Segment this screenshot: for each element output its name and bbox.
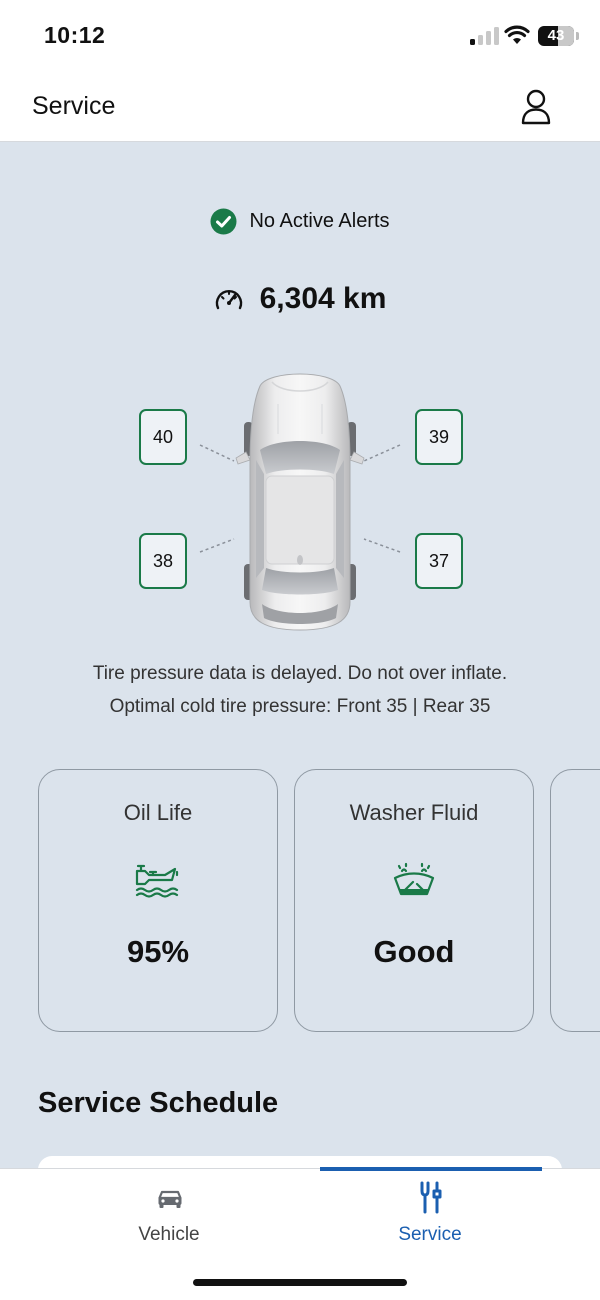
- washer-fluid-icon: [393, 862, 435, 896]
- wifi-icon: [504, 25, 530, 44]
- person-icon[interactable]: [518, 88, 554, 126]
- home-indicator[interactable]: [193, 1279, 407, 1286]
- battery-level: 43: [547, 27, 565, 44]
- odometer-value: 6,304 km: [259, 282, 387, 315]
- tire-front-left-pressure: 40: [139, 409, 187, 465]
- tire-front-right-pressure: 39: [415, 409, 463, 465]
- tire-pressure-note: Tire pressure data is delayed. Do not ov…: [0, 657, 600, 723]
- oil-can-icon: [135, 864, 179, 898]
- status-bar: 10:12 43: [0, 0, 600, 72]
- card-title: Washer Fluid: [349, 800, 479, 825]
- page-title: Service: [32, 92, 116, 120]
- nav-tab-service[interactable]: Service: [320, 1169, 540, 1259]
- washer-fluid-card[interactable]: Washer Fluid Good: [294, 769, 534, 1032]
- tire-rear-left-pressure: 38: [139, 533, 187, 589]
- tire-note-line2: Optimal cold tire pressure: Front 35 | R…: [109, 696, 491, 717]
- speedometer-icon: [215, 290, 242, 310]
- bottom-navigation: Vehicle Service: [0, 1167, 600, 1300]
- vehicle-top-view-image: [235, 373, 365, 631]
- check-circle-icon: [210, 208, 237, 235]
- next-status-card[interactable]: [550, 769, 600, 1032]
- card-value: 95%: [126, 934, 190, 969]
- tire-note-line1: Tire pressure data is delayed. Do not ov…: [92, 663, 508, 684]
- alert-status: No Active Alerts: [0, 208, 600, 238]
- app-screen: 10:12 43 Service No Active Alerts 6,304 …: [0, 0, 600, 1300]
- nav-label-service: Service: [398, 1224, 462, 1245]
- card-value: Good: [373, 934, 455, 969]
- tire-rear-right-pressure: 37: [415, 533, 463, 589]
- battery-cap: [576, 32, 579, 40]
- battery-icon: 43: [538, 26, 574, 46]
- nav-tab-vehicle[interactable]: Vehicle: [59, 1169, 279, 1259]
- service-content[interactable]: No Active Alerts 6,304 km 40 39 38 37 Ti…: [0, 142, 600, 1168]
- oil-life-card[interactable]: Oil Life 95%: [38, 769, 278, 1032]
- alert-text: No Active Alerts: [249, 210, 390, 232]
- wrench-screwdriver-icon: [420, 1181, 442, 1214]
- card-title: Oil Life: [123, 800, 193, 825]
- car-icon: [158, 1190, 182, 1208]
- app-header: Service: [0, 72, 600, 142]
- nav-label-vehicle: Vehicle: [138, 1224, 200, 1245]
- status-time: 10:12: [44, 22, 106, 48]
- odometer: 6,304 km: [0, 282, 600, 322]
- service-schedule-title: Service Schedule: [38, 1087, 279, 1119]
- cellular-signal-icon: [470, 27, 500, 45]
